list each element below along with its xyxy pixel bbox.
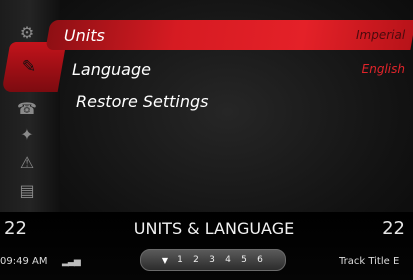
menu-item-label: Units — [64, 25, 105, 45]
page-number[interactable]: 1 — [173, 255, 187, 265]
phone-icon[interactable]: ☎ — [14, 96, 40, 120]
chat-icon[interactable]: ✎ — [16, 54, 42, 80]
menu-item-value: Imperial — [355, 28, 405, 42]
temperature-right[interactable]: 22 — [382, 218, 405, 239]
menu-item-language[interactable]: Language English — [56, 54, 413, 84]
signal-bars-icon: ▂▃▅ — [62, 257, 81, 267]
clock: 09:49 AM — [0, 256, 48, 267]
page-title: UNITS & LANGUAGE — [133, 219, 295, 238]
down-arrow-icon[interactable]: ▼ — [159, 256, 171, 265]
page-number[interactable]: 3 — [205, 255, 219, 265]
fuel-icon[interactable]: ▤ — [14, 178, 40, 202]
page-number[interactable]: 4 — [221, 255, 235, 265]
display-screen: ⚙ ✎ ☎ ✦ ⚠ ▤ Units Imperial Language Engl… — [0, 0, 413, 280]
temperature-left[interactable]: 22 — [4, 218, 27, 239]
page-number[interactable]: 6 — [253, 255, 267, 265]
warning-icon[interactable]: ⚠ — [14, 150, 40, 174]
menu-item-restore-settings[interactable]: Restore Settings — [60, 86, 400, 116]
gear-icon[interactable]: ⚙ — [14, 20, 40, 44]
menu-item-label: Restore Settings — [76, 91, 209, 111]
menu-item-value: English — [361, 62, 405, 76]
page-selector[interactable]: ▼ 1 2 3 4 5 6 — [140, 249, 286, 271]
page-number[interactable]: 2 — [189, 255, 203, 265]
menu-item-label: Language — [72, 59, 151, 79]
page-number[interactable]: 5 — [237, 255, 251, 265]
tool-icon[interactable]: ✦ — [14, 122, 40, 146]
track-title: Track Title E — [339, 256, 400, 267]
menu-item-units[interactable]: Units Imperial — [45, 20, 413, 50]
